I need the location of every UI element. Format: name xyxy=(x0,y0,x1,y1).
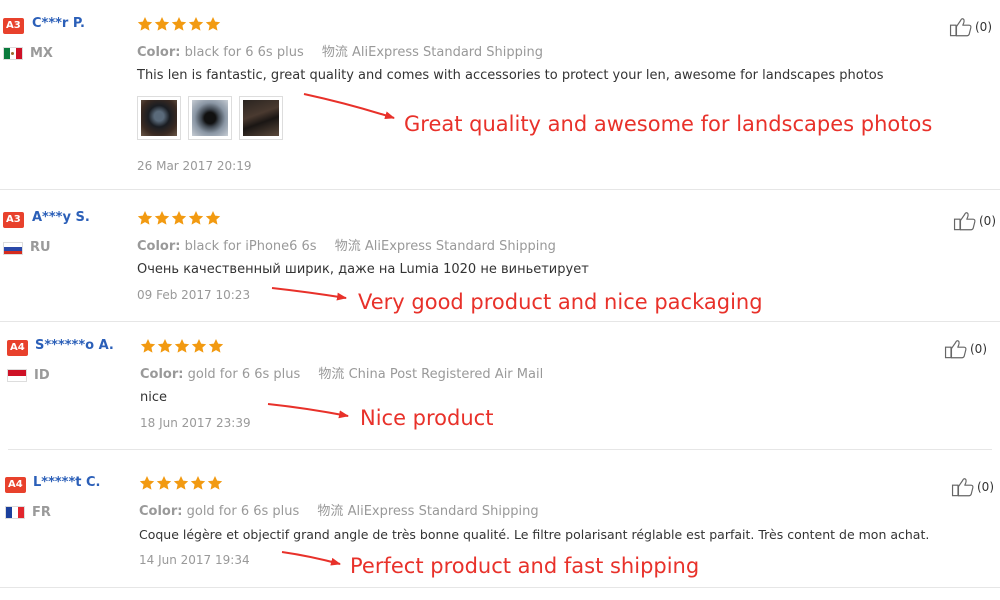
color-value: black for iPhone6 6s xyxy=(184,239,317,254)
shipping-label: 物流 xyxy=(334,239,361,254)
feedback-photos xyxy=(137,96,283,140)
helpful-button[interactable]: (0) xyxy=(953,211,996,231)
annotation-arrow-icon xyxy=(303,93,395,120)
flag-id-icon xyxy=(7,369,27,382)
buyer-name[interactable]: C***r P. xyxy=(32,16,85,31)
star-icon xyxy=(188,210,204,226)
divider xyxy=(8,449,992,450)
review-photo-thumbnail[interactable] xyxy=(239,96,283,140)
buyer-level-badge: A4 xyxy=(7,340,28,356)
helpful-button[interactable]: (0) xyxy=(949,17,992,37)
feedback-text: This len is fantastic, great quality and… xyxy=(137,68,884,83)
star-icon xyxy=(139,475,155,491)
star-icon xyxy=(205,210,221,226)
star-icon xyxy=(205,16,221,32)
color-value: gold for 6 6s plus xyxy=(187,367,301,382)
thumbs-up-icon xyxy=(944,339,968,359)
helpful-count: (0) xyxy=(970,342,987,356)
annotation-text: Great quality and awesome for landscapes… xyxy=(404,112,933,136)
helpful-count: (0) xyxy=(977,480,994,494)
star-icon xyxy=(137,210,153,226)
star-icon xyxy=(157,338,173,354)
star-icon xyxy=(171,16,187,32)
buyer-level-badge: A3 xyxy=(3,18,24,34)
star-icon xyxy=(173,475,189,491)
helpful-count: (0) xyxy=(979,214,996,228)
shipping-label: 物流 xyxy=(317,504,344,519)
feedback-text: Coque légère et objectif grand angle de … xyxy=(139,527,930,542)
helpful-button[interactable]: (0) xyxy=(951,477,994,497)
star-icon xyxy=(171,210,187,226)
shipping-value: China Post Registered Air Mail xyxy=(348,367,544,382)
thumbs-up-icon xyxy=(951,477,975,497)
feedback-text: nice xyxy=(140,390,167,405)
color-label: Color: xyxy=(137,239,181,254)
star-icon xyxy=(156,475,172,491)
star-icon xyxy=(154,16,170,32)
review-photo-thumbnail[interactable] xyxy=(137,96,181,140)
star-icon xyxy=(208,338,224,354)
star-icon xyxy=(207,475,223,491)
color-label: Color: xyxy=(140,367,184,382)
color-label: Color: xyxy=(139,504,183,519)
order-info: Color: black for 6 6s plus 物流 AliExpress… xyxy=(137,41,543,60)
shipping-value: AliExpress Standard Shipping xyxy=(352,45,544,60)
shipping-value: AliExpress Standard Shipping xyxy=(347,504,539,519)
color-value: gold for 6 6s plus xyxy=(186,504,300,519)
divider xyxy=(0,321,1000,322)
star-rating xyxy=(140,338,224,356)
star-icon xyxy=(137,16,153,32)
buyer-name[interactable]: S******o A. xyxy=(35,338,114,353)
star-icon xyxy=(154,210,170,226)
annotation-text: Nice product xyxy=(360,406,494,430)
shipping-value: AliExpress Standard Shipping xyxy=(364,239,556,254)
annotation-text: Very good product and nice packaging xyxy=(358,290,763,314)
star-icon xyxy=(191,338,207,354)
divider xyxy=(0,587,1000,588)
annotation-arrow-icon xyxy=(271,287,347,301)
buyer-name[interactable]: L*****t C. xyxy=(33,475,101,490)
review-date: 09 Feb 2017 10:23 xyxy=(137,288,251,302)
star-icon xyxy=(190,475,206,491)
divider xyxy=(0,189,1000,190)
buyer-country: ID xyxy=(34,368,50,383)
star-rating xyxy=(137,16,221,34)
helpful-count: (0) xyxy=(975,20,992,34)
shipping-label: 物流 xyxy=(321,45,348,60)
annotation-arrow-icon xyxy=(267,403,349,419)
shipping-label: 物流 xyxy=(318,367,345,382)
order-info: Color: black for iPhone6 6s 物流 AliExpres… xyxy=(137,235,556,254)
star-icon xyxy=(174,338,190,354)
helpful-button[interactable]: (0) xyxy=(944,339,987,359)
order-info: Color: gold for 6 6s plus 物流 China Post … xyxy=(140,363,543,382)
star-icon xyxy=(140,338,156,354)
order-info: Color: gold for 6 6s plus 物流 AliExpress … xyxy=(139,500,539,519)
buyer-name[interactable]: A***y S. xyxy=(32,210,90,225)
annotation-text: Perfect product and fast shipping xyxy=(350,554,700,578)
buyer-level-badge: A3 xyxy=(3,212,24,228)
buyer-country: MX xyxy=(30,46,53,61)
review-photo-thumbnail[interactable] xyxy=(188,96,232,140)
review-date: 14 Jun 2017 19:34 xyxy=(139,553,250,567)
buyer-country: RU xyxy=(30,240,51,255)
flag-fr-icon xyxy=(5,506,25,519)
review-date: 18 Jun 2017 23:39 xyxy=(140,416,251,430)
star-rating xyxy=(137,210,221,228)
buyer-country: FR xyxy=(32,505,51,520)
color-label: Color: xyxy=(137,45,181,60)
color-value: black for 6 6s plus xyxy=(184,45,304,60)
thumbs-up-icon xyxy=(949,17,973,37)
review-date: 26 Mar 2017 20:19 xyxy=(137,159,252,173)
star-icon xyxy=(188,16,204,32)
flag-ru-icon xyxy=(3,242,23,255)
feedback-text: Очень качественный ширик, даже на Lumia … xyxy=(137,262,589,277)
thumbs-up-icon xyxy=(953,211,977,231)
star-rating xyxy=(139,475,223,493)
annotation-arrow-icon xyxy=(281,551,341,566)
flag-mx-icon xyxy=(3,47,23,60)
buyer-level-badge: A4 xyxy=(5,477,26,493)
